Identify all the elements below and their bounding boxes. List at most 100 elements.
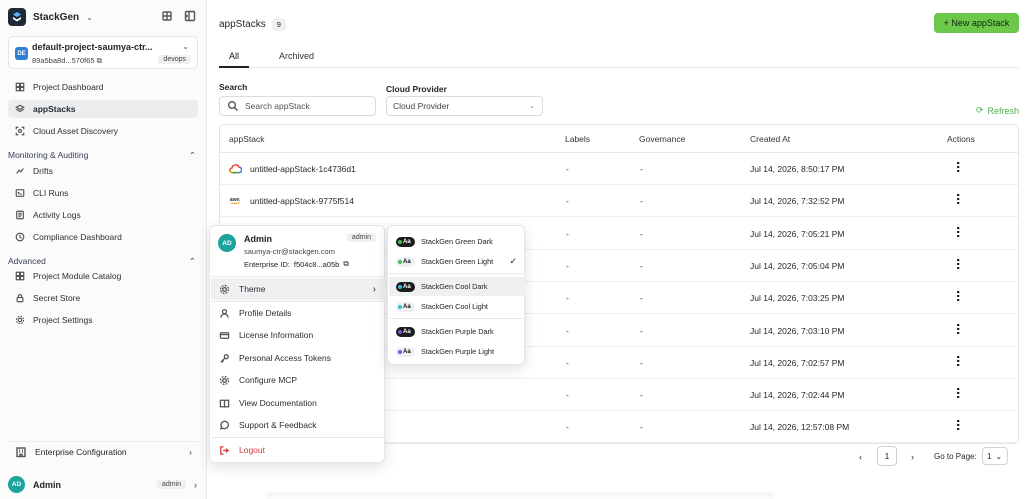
gear-icon <box>13 314 26 327</box>
labels-cell: - <box>566 293 569 304</box>
dashboard-icon <box>13 81 26 94</box>
menu-item-theme[interactable]: Theme › <box>211 278 385 300</box>
more-actions-icon[interactable]: ⋯ <box>951 323 965 335</box>
table-row[interactable]: aws untitled-appStack-9775f514 - - Jul 14, 2… <box>220 185 1018 218</box>
cloud-provider-select[interactable]: Cloud Provider ⌄ <box>386 96 543 116</box>
menu-item-view-documentation[interactable]: View Documentation <box>211 392 385 414</box>
menu-item-profile-details[interactable]: Profile Details <box>211 302 385 324</box>
governance-cell: - <box>640 325 643 336</box>
theme-option[interactable]: Aa StackGen Cool Dark <box>389 277 525 296</box>
copy-icon[interactable]: ⧉ <box>343 259 348 269</box>
sidebar-item-project-dashboard[interactable]: Project Dashboard <box>8 78 198 96</box>
created-at-cell: Jul 14, 2026, 12:57:08 PM <box>750 422 850 433</box>
theme-swatch-icon: Aa <box>396 301 415 312</box>
theme-option[interactable]: Aa StackGen Green Dark <box>389 232 525 251</box>
new-appstack-button[interactable]: + New appStack <box>934 13 1019 33</box>
building-icon <box>14 445 27 458</box>
sidebar-item-activity-logs[interactable]: Activity Logs <box>8 206 198 224</box>
project-switcher[interactable]: DE default-project-saumya-ctr... 89a5ba8… <box>8 36 198 69</box>
menu-item-logout[interactable]: Logout <box>211 439 385 461</box>
search-input[interactable]: Search appStack <box>219 96 376 116</box>
more-actions-icon[interactable]: ⋯ <box>951 355 965 367</box>
cloud-provider-label: Cloud Provider <box>386 84 447 94</box>
governance-cell: - <box>640 164 643 174</box>
governance-cell: - <box>640 260 643 271</box>
theme-option[interactable]: Aa StackGen Cool Light <box>389 297 525 316</box>
refresh-button[interactable]: ⟳ Refresh <box>976 105 1019 116</box>
divider <box>211 276 385 277</box>
cloud-provider-value: Cloud Provider <box>393 101 450 111</box>
sidebar-item-drifts[interactable]: Drifts <box>8 162 198 180</box>
sidebar-item-label: Compliance Dashboard <box>33 232 122 242</box>
sidebar-item-label: Cloud Asset Discovery <box>33 126 119 136</box>
refresh-icon: ⟳ <box>975 105 984 115</box>
theme-option-label: StackGen Green Light <box>421 257 494 266</box>
menu-item-configure-mcp[interactable]: Configure MCP <box>211 369 385 391</box>
more-actions-icon[interactable]: ⋯ <box>951 419 965 431</box>
bottom-bar <box>265 492 775 499</box>
sidebar-item-appstacks[interactable]: appStacks <box>8 100 198 118</box>
sidebar-collapse-icon[interactable] <box>183 9 196 22</box>
more-actions-icon[interactable]: ⋯ <box>951 226 965 238</box>
more-actions-icon[interactable]: ⋯ <box>951 387 965 399</box>
section-advanced[interactable]: Advanced ⌃ <box>8 256 198 267</box>
user-role-badge: admin <box>156 480 186 489</box>
divider <box>389 273 525 274</box>
more-actions-icon[interactable]: ⋯ <box>951 258 965 270</box>
user-name: Admin <box>33 479 61 490</box>
globe-icon[interactable] <box>160 9 173 22</box>
theme-chip-text: Aa <box>403 238 411 245</box>
more-actions-icon[interactable]: ⋯ <box>951 161 965 173</box>
appstack-name[interactable]: untitled-appStack-1c4736d1 <box>250 164 356 174</box>
sidebar-item-cloud-asset-discovery[interactable]: Cloud Asset Discovery <box>8 122 198 140</box>
sidebar-item-compliance-dashboard[interactable]: Compliance Dashboard <box>8 228 198 246</box>
theme-option-label: StackGen Cool Dark <box>421 282 488 291</box>
column-actions: Actions <box>947 134 975 144</box>
theme-dot <box>398 284 402 289</box>
menu-item-personal-access-tokens[interactable]: Personal Access Tokens <box>211 347 385 369</box>
user-menu-trigger[interactable]: AD Admin admin › <box>0 470 207 499</box>
project-tag: devops <box>158 55 191 64</box>
created-at-cell: Jul 14, 2026, 7:32:52 PM <box>750 196 845 207</box>
appstack-name[interactable]: untitled-appStack-9775f514 <box>250 196 354 206</box>
theme-option[interactable]: Aa StackGen Green Light ✓ <box>389 252 525 271</box>
theme-swatch-icon: Aa <box>396 346 415 357</box>
theme-chip-text: Aa <box>403 303 411 310</box>
tab-archived[interactable]: Archived <box>269 46 324 68</box>
enterprise-configuration[interactable]: Enterprise Configuration › <box>8 441 198 461</box>
section-label: Advanced <box>8 256 46 266</box>
copy-icon[interactable]: ⧉ <box>97 56 102 65</box>
chevron-right-icon: › <box>372 283 376 295</box>
search-label: Search <box>219 82 248 92</box>
brand-name: StackGen <box>33 11 80 23</box>
theme-swatch-icon: Aa <box>396 281 415 292</box>
created-at-cell: Jul 14, 2026, 7:03:25 PM <box>750 293 845 304</box>
created-at-cell: Jul 14, 2026, 7:03:10 PM <box>750 325 845 336</box>
brand-switcher[interactable]: StackGen ⌄ <box>8 7 93 27</box>
sidebar-item-cli-runs[interactable]: CLI Runs <box>8 184 198 202</box>
table-row[interactable]: untitled-appStack-1c4736d1 - - Jul 14, 2026… <box>220 153 1018 185</box>
chevron-right-icon[interactable]: › <box>911 452 914 462</box>
section-monitoring-auditing[interactable]: Monitoring & Auditing ⌃ <box>8 150 198 161</box>
svg-text:aws: aws <box>230 197 240 203</box>
sidebar-item-project-settings[interactable]: Project Settings <box>8 311 198 329</box>
user-menu: AD Admin admin saumya-ctr@stackgen.com E… <box>209 225 385 463</box>
goto-page-select[interactable]: 1 ⌄ <box>982 447 1008 465</box>
chat-icon <box>218 419 231 432</box>
theme-option[interactable]: Aa StackGen Purple Dark <box>389 322 525 341</box>
search-placeholder: Search appStack <box>245 101 310 111</box>
chevron-left-icon[interactable]: ‹ <box>859 452 862 462</box>
menu-item-support-feedback[interactable]: Support & Feedback <box>211 414 385 436</box>
sidebar-item-project-module-catalog[interactable]: Project Module Catalog <box>8 267 198 285</box>
tab-all[interactable]: All <box>219 46 250 68</box>
lock-icon <box>13 292 26 305</box>
theme-option[interactable]: Aa StackGen Purple Light <box>389 342 525 361</box>
more-actions-icon[interactable]: ⋯ <box>951 193 965 205</box>
terminal-icon <box>13 187 26 200</box>
theme-dot <box>398 259 402 264</box>
more-actions-icon[interactable]: ⋯ <box>951 290 965 302</box>
menu-item-license-information[interactable]: License Information <box>211 324 385 346</box>
menu-item-label: Logout <box>239 445 265 455</box>
sidebar-item-secret-store[interactable]: Secret Store <box>8 289 198 307</box>
page-number[interactable]: 1 <box>877 446 897 466</box>
